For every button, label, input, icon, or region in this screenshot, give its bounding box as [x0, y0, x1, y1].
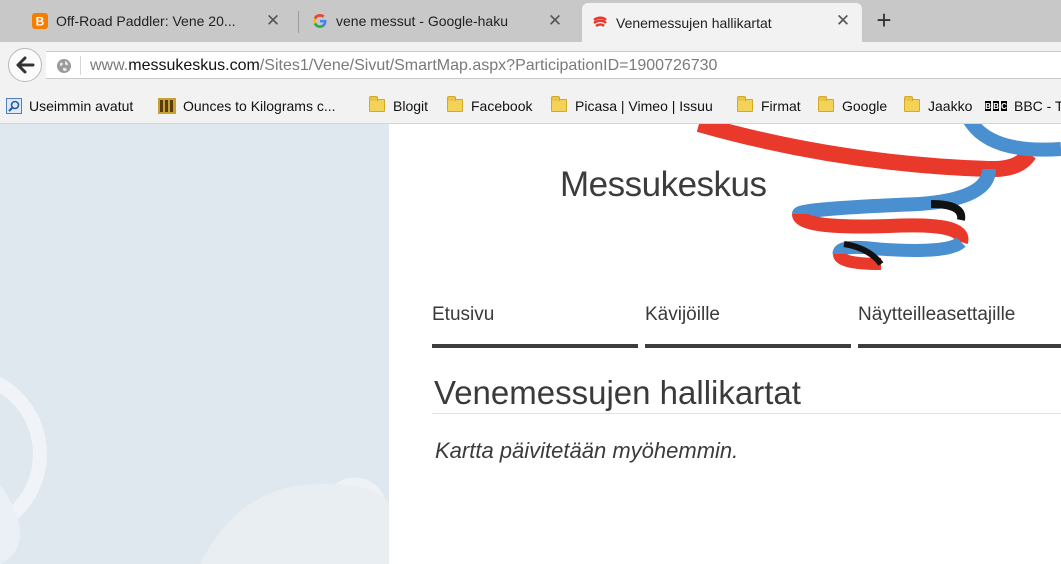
left-background-panel	[0, 124, 389, 564]
background-bubbles-decoration	[0, 376, 389, 564]
blogger-icon: B	[32, 13, 48, 29]
messukeskus-icon	[593, 16, 607, 27]
folder-icon	[737, 96, 753, 112]
ribbon-logo-graphic	[696, 124, 1061, 270]
folder-icon	[551, 96, 567, 112]
bookmark-useimmin-avatut[interactable]: Useimmin avatut	[6, 88, 133, 123]
folder-icon	[369, 96, 385, 112]
book-icon	[158, 97, 176, 114]
nav-etusivu[interactable]: Etusivu	[432, 300, 638, 348]
bookmark-folder-facebook[interactable]: Facebook	[447, 88, 532, 123]
google-icon	[313, 14, 327, 28]
address-bar[interactable]: www.messukeskus.com/Sites1/Vene/Sivut/Sm…	[46, 51, 1061, 79]
bookmark-ounces-to-kilograms[interactable]: Ounces to Kilograms c...	[158, 88, 336, 123]
svg-text:B: B	[36, 15, 45, 29]
bookmark-bbc[interactable]: B B C BBC - T	[985, 88, 1061, 123]
search-bookmark-icon	[6, 97, 22, 114]
svg-text:C: C	[1001, 102, 1007, 111]
folder-icon	[447, 96, 463, 112]
folder-icon	[818, 96, 834, 112]
folder-icon	[904, 96, 920, 112]
close-tab-icon[interactable]: ✕	[546, 12, 564, 30]
tab-title: Venemessujen hallikartat	[616, 14, 772, 31]
navigation-bar: www.messukeskus.com/Sites1/Vene/Sivut/Sm…	[0, 42, 1061, 88]
new-tab-button[interactable]: +	[872, 7, 896, 35]
nav-kavijoille[interactable]: Kävijöille	[645, 300, 851, 348]
bookmark-folder-firmat[interactable]: Firmat	[737, 88, 801, 123]
bookmark-folder-picasa[interactable]: Picasa | Vimeo | Issuu	[551, 88, 713, 123]
bookmarks-bar: Useimmin avatut Ounces to Kilograms c...…	[0, 88, 1061, 124]
tab-strip: B Off-Road Paddler: Vene 20... ✕ vene me…	[0, 0, 1061, 42]
nav-nayttelleasettajille[interactable]: Näytteilleasettajille	[858, 300, 1061, 348]
page-title: Venemessujen hallikartat	[434, 374, 801, 411]
close-tab-icon[interactable]: ✕	[264, 12, 282, 30]
main-content: Messukeskus Etusivu Kävijöille Näytteill…	[389, 124, 1061, 564]
tab-google-search[interactable]: vene messut - Google-haku ✕	[302, 3, 574, 39]
title-divider	[432, 413, 1061, 414]
svg-text:B: B	[993, 102, 999, 111]
map-update-notice: Kartta päivitetään myöhemmin.	[435, 438, 739, 463]
bookmark-folder-blogit[interactable]: Blogit	[369, 88, 428, 123]
back-arrow-icon	[16, 56, 35, 74]
web-page: Messukeskus Etusivu Kävijöille Näytteill…	[0, 124, 1061, 564]
url-separator	[80, 56, 81, 75]
tab-separator	[298, 11, 299, 33]
bbc-icon: B B C	[985, 100, 1007, 111]
bookmark-folder-jaakko[interactable]: Jaakko	[904, 88, 972, 123]
url-text[interactable]: www.messukeskus.com/Sites1/Vene/Sivut/Sm…	[90, 57, 717, 75]
globe-icon	[57, 59, 71, 73]
svg-text:B: B	[985, 102, 991, 111]
back-button[interactable]	[8, 48, 42, 82]
bookmark-folder-google[interactable]: Google	[818, 88, 887, 123]
nav-underline	[432, 344, 638, 348]
tab-venemessujen-hallikartat[interactable]: Venemessujen hallikartat ✕	[582, 3, 862, 42]
tab-title: Off-Road Paddler: Vene 20...	[56, 13, 236, 29]
tab-off-road-paddler[interactable]: B Off-Road Paddler: Vene 20... ✕	[22, 3, 292, 39]
close-tab-icon[interactable]: ✕	[834, 12, 852, 30]
nav-underline	[645, 344, 851, 348]
nav-underline	[858, 344, 1061, 348]
tab-title: vene messut - Google-haku	[336, 13, 508, 29]
